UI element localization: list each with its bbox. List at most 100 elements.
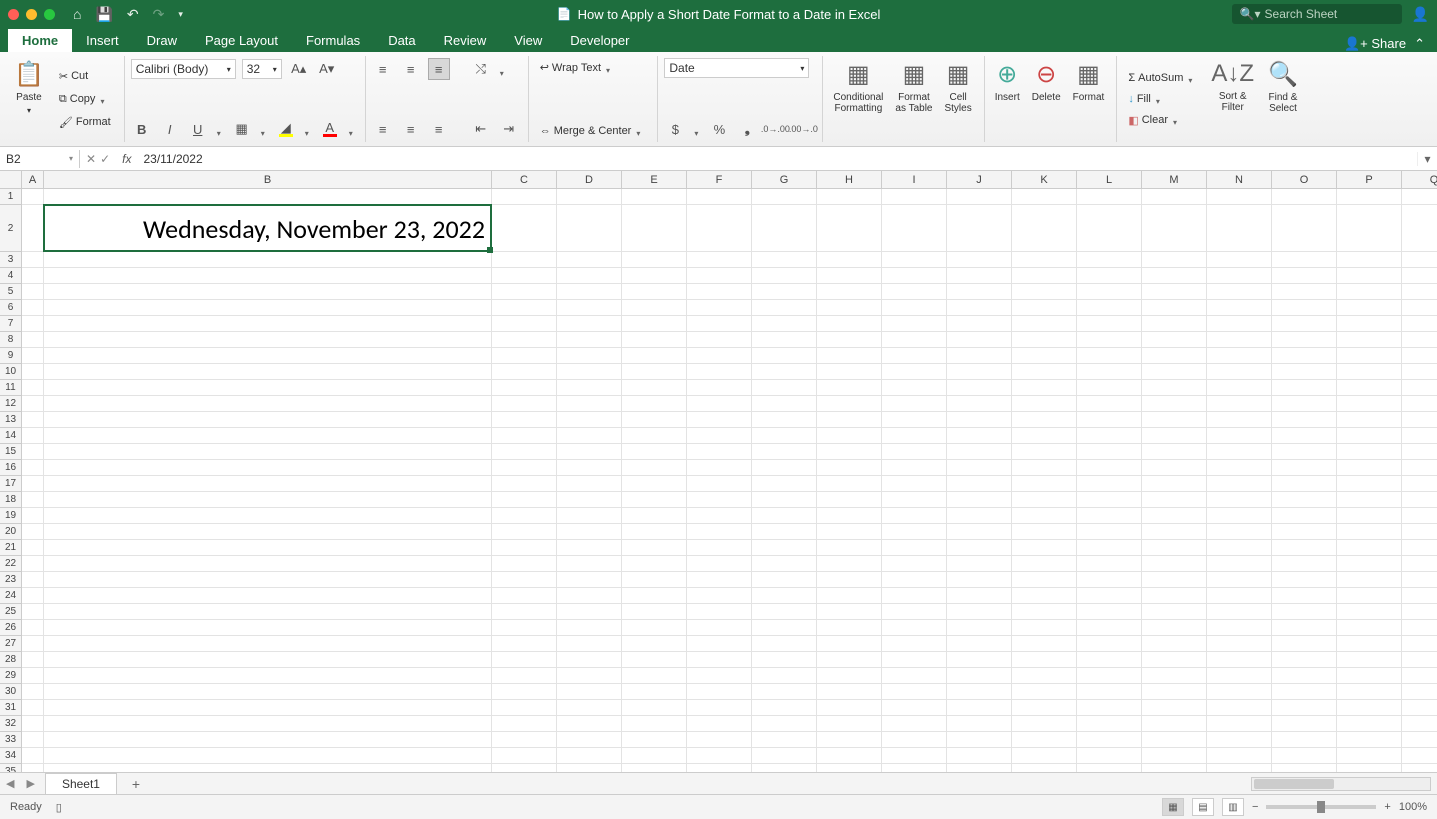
cell-Q19[interactable]: [1402, 508, 1437, 524]
cell-F1[interactable]: [687, 189, 752, 205]
sort-filter-button[interactable]: A↓ZSort & Filter: [1207, 58, 1258, 140]
cell-C34[interactable]: [492, 748, 557, 764]
cell-M14[interactable]: [1142, 428, 1207, 444]
cell-H34[interactable]: [817, 748, 882, 764]
cell-K27[interactable]: [1012, 636, 1077, 652]
cell-Q26[interactable]: [1402, 620, 1437, 636]
cell-G31[interactable]: [752, 700, 817, 716]
cell-D29[interactable]: [557, 668, 622, 684]
cell-I8[interactable]: [882, 332, 947, 348]
row-header-24[interactable]: 24: [0, 588, 22, 604]
cell-J17[interactable]: [947, 476, 1012, 492]
cell-M33[interactable]: [1142, 732, 1207, 748]
cell-K34[interactable]: [1012, 748, 1077, 764]
cell-L9[interactable]: [1077, 348, 1142, 364]
cell-J5[interactable]: [947, 284, 1012, 300]
cell-C29[interactable]: [492, 668, 557, 684]
cell-M17[interactable]: [1142, 476, 1207, 492]
cell-F17[interactable]: [687, 476, 752, 492]
cell-M28[interactable]: [1142, 652, 1207, 668]
cell-Q21[interactable]: [1402, 540, 1437, 556]
cell-B18[interactable]: [44, 492, 492, 508]
cell-M21[interactable]: [1142, 540, 1207, 556]
cell-P3[interactable]: [1337, 252, 1402, 268]
col-header-K[interactable]: K: [1012, 171, 1077, 189]
macro-record-icon[interactable]: ▯: [56, 801, 62, 814]
fill-color-button[interactable]: ◢: [275, 118, 297, 140]
cell-F22[interactable]: [687, 556, 752, 572]
col-header-E[interactable]: E: [622, 171, 687, 189]
cell-D13[interactable]: [557, 412, 622, 428]
cell-G30[interactable]: [752, 684, 817, 700]
cell-G23[interactable]: [752, 572, 817, 588]
cell-C16[interactable]: [492, 460, 557, 476]
delete-button[interactable]: ⊖Delete: [1028, 58, 1065, 140]
zoom-level[interactable]: 100%: [1399, 801, 1427, 813]
formula-input[interactable]: 23/11/2022: [137, 150, 1417, 168]
cell-H2[interactable]: [817, 205, 882, 252]
cell-I28[interactable]: [882, 652, 947, 668]
cell-D32[interactable]: [557, 716, 622, 732]
cell-A7[interactable]: [22, 316, 44, 332]
cell-B14[interactable]: [44, 428, 492, 444]
cell-N20[interactable]: [1207, 524, 1272, 540]
cell-Q25[interactable]: [1402, 604, 1437, 620]
row-header-20[interactable]: 20: [0, 524, 22, 540]
cell-H25[interactable]: [817, 604, 882, 620]
cell-G19[interactable]: [752, 508, 817, 524]
cell-P17[interactable]: [1337, 476, 1402, 492]
cell-Q27[interactable]: [1402, 636, 1437, 652]
cell-G5[interactable]: [752, 284, 817, 300]
cell-J22[interactable]: [947, 556, 1012, 572]
row-header-8[interactable]: 8: [0, 332, 22, 348]
cell-H19[interactable]: [817, 508, 882, 524]
cell-Q3[interactable]: [1402, 252, 1437, 268]
cell-C9[interactable]: [492, 348, 557, 364]
tab-page-layout[interactable]: Page Layout: [191, 29, 292, 52]
cell-F32[interactable]: [687, 716, 752, 732]
cell-N32[interactable]: [1207, 716, 1272, 732]
decrease-indent-icon[interactable]: ⇤: [470, 118, 492, 140]
cell-E17[interactable]: [622, 476, 687, 492]
cell-M16[interactable]: [1142, 460, 1207, 476]
increase-decimal-icon[interactable]: .0→.00: [764, 118, 786, 140]
cell-Q8[interactable]: [1402, 332, 1437, 348]
cell-Q23[interactable]: [1402, 572, 1437, 588]
col-header-I[interactable]: I: [882, 171, 947, 189]
cell-C18[interactable]: [492, 492, 557, 508]
cell-P2[interactable]: [1337, 205, 1402, 252]
cell-M26[interactable]: [1142, 620, 1207, 636]
cell-L13[interactable]: [1077, 412, 1142, 428]
cell-O3[interactable]: [1272, 252, 1337, 268]
cell-P22[interactable]: [1337, 556, 1402, 572]
cell-P7[interactable]: [1337, 316, 1402, 332]
cell-B24[interactable]: [44, 588, 492, 604]
col-header-F[interactable]: F: [687, 171, 752, 189]
cell-B32[interactable]: [44, 716, 492, 732]
cell-M15[interactable]: [1142, 444, 1207, 460]
cell-J26[interactable]: [947, 620, 1012, 636]
cell-G11[interactable]: [752, 380, 817, 396]
row-header-33[interactable]: 33: [0, 732, 22, 748]
cell-B5[interactable]: [44, 284, 492, 300]
cell-D28[interactable]: [557, 652, 622, 668]
cell-H1[interactable]: [817, 189, 882, 205]
cell-A6[interactable]: [22, 300, 44, 316]
cell-I7[interactable]: [882, 316, 947, 332]
name-box[interactable]: B2▾: [0, 150, 80, 168]
cell-B8[interactable]: [44, 332, 492, 348]
cell-O24[interactable]: [1272, 588, 1337, 604]
cell-E33[interactable]: [622, 732, 687, 748]
cell-C14[interactable]: [492, 428, 557, 444]
cell-G29[interactable]: [752, 668, 817, 684]
cell-A14[interactable]: [22, 428, 44, 444]
cell-A11[interactable]: [22, 380, 44, 396]
cell-C6[interactable]: [492, 300, 557, 316]
cell-D14[interactable]: [557, 428, 622, 444]
cell-A13[interactable]: [22, 412, 44, 428]
cell-G3[interactable]: [752, 252, 817, 268]
cell-I17[interactable]: [882, 476, 947, 492]
cell-L35[interactable]: [1077, 764, 1142, 772]
clear-button[interactable]: ◧Clear: [1123, 111, 1201, 130]
cell-L31[interactable]: [1077, 700, 1142, 716]
